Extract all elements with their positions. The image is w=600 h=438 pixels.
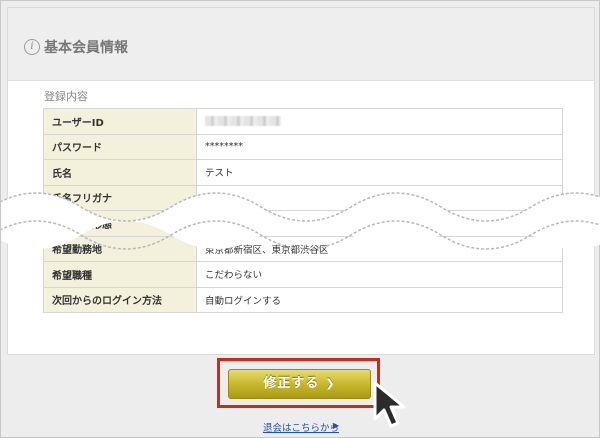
row-label: 希望職種: [43, 261, 197, 288]
table-row: 次回からのログイン方法 自動ログインする: [43, 286, 563, 313]
table-row: 希望職種 こだわらない: [43, 261, 563, 288]
edit-button-label: 修正する: [263, 376, 320, 391]
unsubscribe-link[interactable]: 退会はこちらから: [263, 420, 339, 434]
section-label: 登録内容: [44, 90, 88, 103]
mouse-cursor-icon: [373, 381, 406, 428]
chevron-right-icon: ❯: [325, 377, 336, 390]
panel-header: i 基本会員情報: [8, 8, 594, 81]
row-value: 自動ログインする: [196, 286, 563, 313]
row-value: ********: [196, 133, 563, 160]
edit-button-highlight: 修正する ❯: [217, 358, 380, 408]
edit-button[interactable]: 修正する ❯: [228, 369, 371, 399]
triangle-right-icon: ▶: [333, 421, 340, 430]
user-id-value: [196, 108, 563, 135]
table-row: ユーザーID: [43, 108, 563, 135]
row-label: 次回からのログイン方法: [43, 286, 197, 313]
table-row: パスワード ********: [43, 133, 563, 160]
torn-wave-divider: [1, 192, 600, 250]
row-label: パスワード: [43, 133, 197, 160]
info-circle-icon: i: [24, 39, 40, 55]
masked-user-id: [205, 116, 281, 127]
screen-frame: i 基本会員情報 登録内容 ユーザーID パスワード ******** 氏名 テ…: [0, 0, 600, 438]
page-title: 基本会員情報: [44, 40, 128, 56]
row-value: こだわらない: [196, 261, 563, 288]
row-label: ユーザーID: [43, 108, 197, 135]
